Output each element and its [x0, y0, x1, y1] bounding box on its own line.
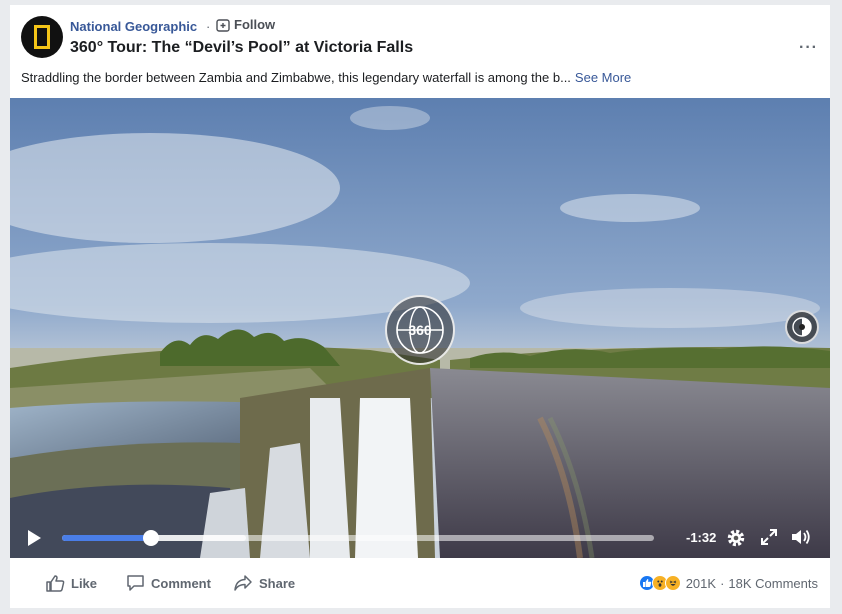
plus-square-icon: [216, 18, 230, 32]
comment-icon: [127, 575, 144, 591]
reaction-count[interactable]: 201K: [686, 576, 716, 591]
comment-count[interactable]: 18K Comments: [728, 576, 818, 591]
compass-button[interactable]: [785, 310, 819, 344]
360-badge-label: 360: [408, 322, 432, 338]
volume-icon[interactable]: [790, 527, 812, 547]
post-card: National Geographic · Follow 360° Tour: …: [10, 5, 830, 608]
gear-icon[interactable]: [726, 528, 746, 548]
play-icon[interactable]: [26, 529, 42, 547]
page-avatar[interactable]: [21, 16, 63, 58]
post-description: Straddling the border between Zambia and…: [21, 70, 631, 85]
nat-geo-logo-icon: [34, 25, 50, 49]
video-controls: -1:32: [10, 516, 830, 558]
follow-label: Follow: [234, 17, 276, 32]
post-header: National Geographic · Follow 360° Tour: …: [10, 5, 830, 97]
see-more-link[interactable]: See More: [575, 70, 631, 85]
comment-button[interactable]: Comment: [126, 574, 211, 592]
time-remaining: -1:32: [686, 530, 717, 545]
page-name-link[interactable]: National Geographic: [70, 19, 197, 34]
fullscreen-icon[interactable]: [760, 528, 778, 546]
like-label: Like: [71, 575, 98, 591]
thumbs-up-icon: [46, 575, 65, 592]
post-title[interactable]: 360° Tour: The “Devil’s Pool” at Victori…: [70, 39, 413, 57]
compass-icon: [792, 317, 812, 337]
like-button[interactable]: Like: [45, 574, 97, 592]
more-options-button[interactable]: ···: [799, 39, 818, 57]
share-label: Share: [259, 575, 296, 591]
360-view-button[interactable]: 360: [385, 295, 455, 365]
share-arrow-icon: [234, 575, 252, 591]
video-player[interactable]: 360 -1:32: [10, 98, 830, 558]
progress-scrubber[interactable]: [142, 530, 159, 546]
progress-played: [62, 535, 151, 541]
haha-reaction-icon: [664, 575, 681, 591]
reaction-summary[interactable]: 201K · 18K Comments: [638, 575, 818, 591]
progress-bar[interactable]: [62, 530, 654, 546]
comment-label: Comment: [151, 575, 211, 591]
post-description-text: Straddling the border between Zambia and…: [21, 70, 571, 85]
header-separator: ·: [206, 19, 211, 34]
follow-button[interactable]: Follow: [216, 17, 275, 32]
share-button[interactable]: Share: [233, 574, 295, 592]
post-footer: Like Comment Share 201K · 18K Comments: [10, 558, 830, 608]
stats-separator: ·: [720, 575, 725, 591]
